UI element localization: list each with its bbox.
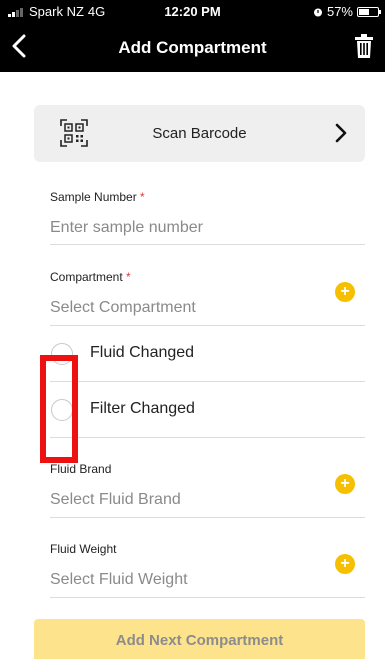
chevron-left-icon: [12, 34, 26, 58]
nav-bar: Add Compartment: [0, 22, 385, 72]
fluid-brand-label: Fluid Brand: [50, 462, 112, 476]
back-button[interactable]: [4, 31, 34, 61]
compartment-select[interactable]: Select Compartment: [50, 299, 365, 317]
fluid-brand-select[interactable]: Select Fluid Brand: [50, 491, 365, 509]
status-bar: Spark NZ 4G 12:20 PM 57%: [0, 0, 385, 22]
compartment-label: Compartment *: [50, 270, 131, 284]
delete-button[interactable]: [349, 31, 379, 61]
add-next-compartment-button[interactable]: Add Next Compartment: [34, 619, 365, 659]
filter-changed-radio[interactable]: [51, 399, 73, 421]
fluid-weight-label: Fluid Weight: [50, 542, 117, 556]
compartment-field[interactable]: Compartment * Select Compartment +: [50, 270, 365, 326]
add-fluid-weight-button[interactable]: +: [335, 554, 355, 574]
filter-changed-row[interactable]: Filter Changed: [50, 382, 365, 438]
fluid-changed-radio[interactable]: [51, 343, 73, 365]
page-title: Add Compartment: [118, 38, 267, 57]
required-marker: *: [126, 270, 131, 284]
sample-number-label: Sample Number *: [50, 190, 145, 204]
scan-barcode-label: Scan Barcode: [152, 125, 247, 142]
fluid-brand-field[interactable]: Fluid Brand Select Fluid Brand +: [50, 462, 365, 518]
filter-changed-label: Filter Changed: [90, 400, 195, 417]
battery-percent: 57%: [326, 4, 353, 19]
trash-icon: [355, 34, 373, 58]
sample-number-field[interactable]: Sample Number * Enter sample number: [50, 190, 365, 245]
alarm-icon: [313, 8, 322, 16]
fluid-changed-label: Fluid Changed: [90, 344, 195, 361]
add-compartment-button[interactable]: +: [335, 282, 355, 302]
fluid-changed-row[interactable]: Fluid Changed: [50, 326, 365, 382]
battery-info: 57%: [313, 4, 381, 19]
battery-icon: [357, 6, 381, 17]
sample-number-input[interactable]: Enter sample number: [50, 219, 365, 237]
fluid-weight-select[interactable]: Select Fluid Weight: [50, 571, 365, 589]
chevron-right-icon: [335, 123, 347, 143]
fluid-weight-field[interactable]: Fluid Weight Select Fluid Weight +: [50, 542, 365, 598]
scan-barcode-button[interactable]: Scan Barcode: [34, 105, 365, 162]
add-fluid-brand-button[interactable]: +: [335, 474, 355, 494]
required-marker: *: [140, 190, 145, 204]
